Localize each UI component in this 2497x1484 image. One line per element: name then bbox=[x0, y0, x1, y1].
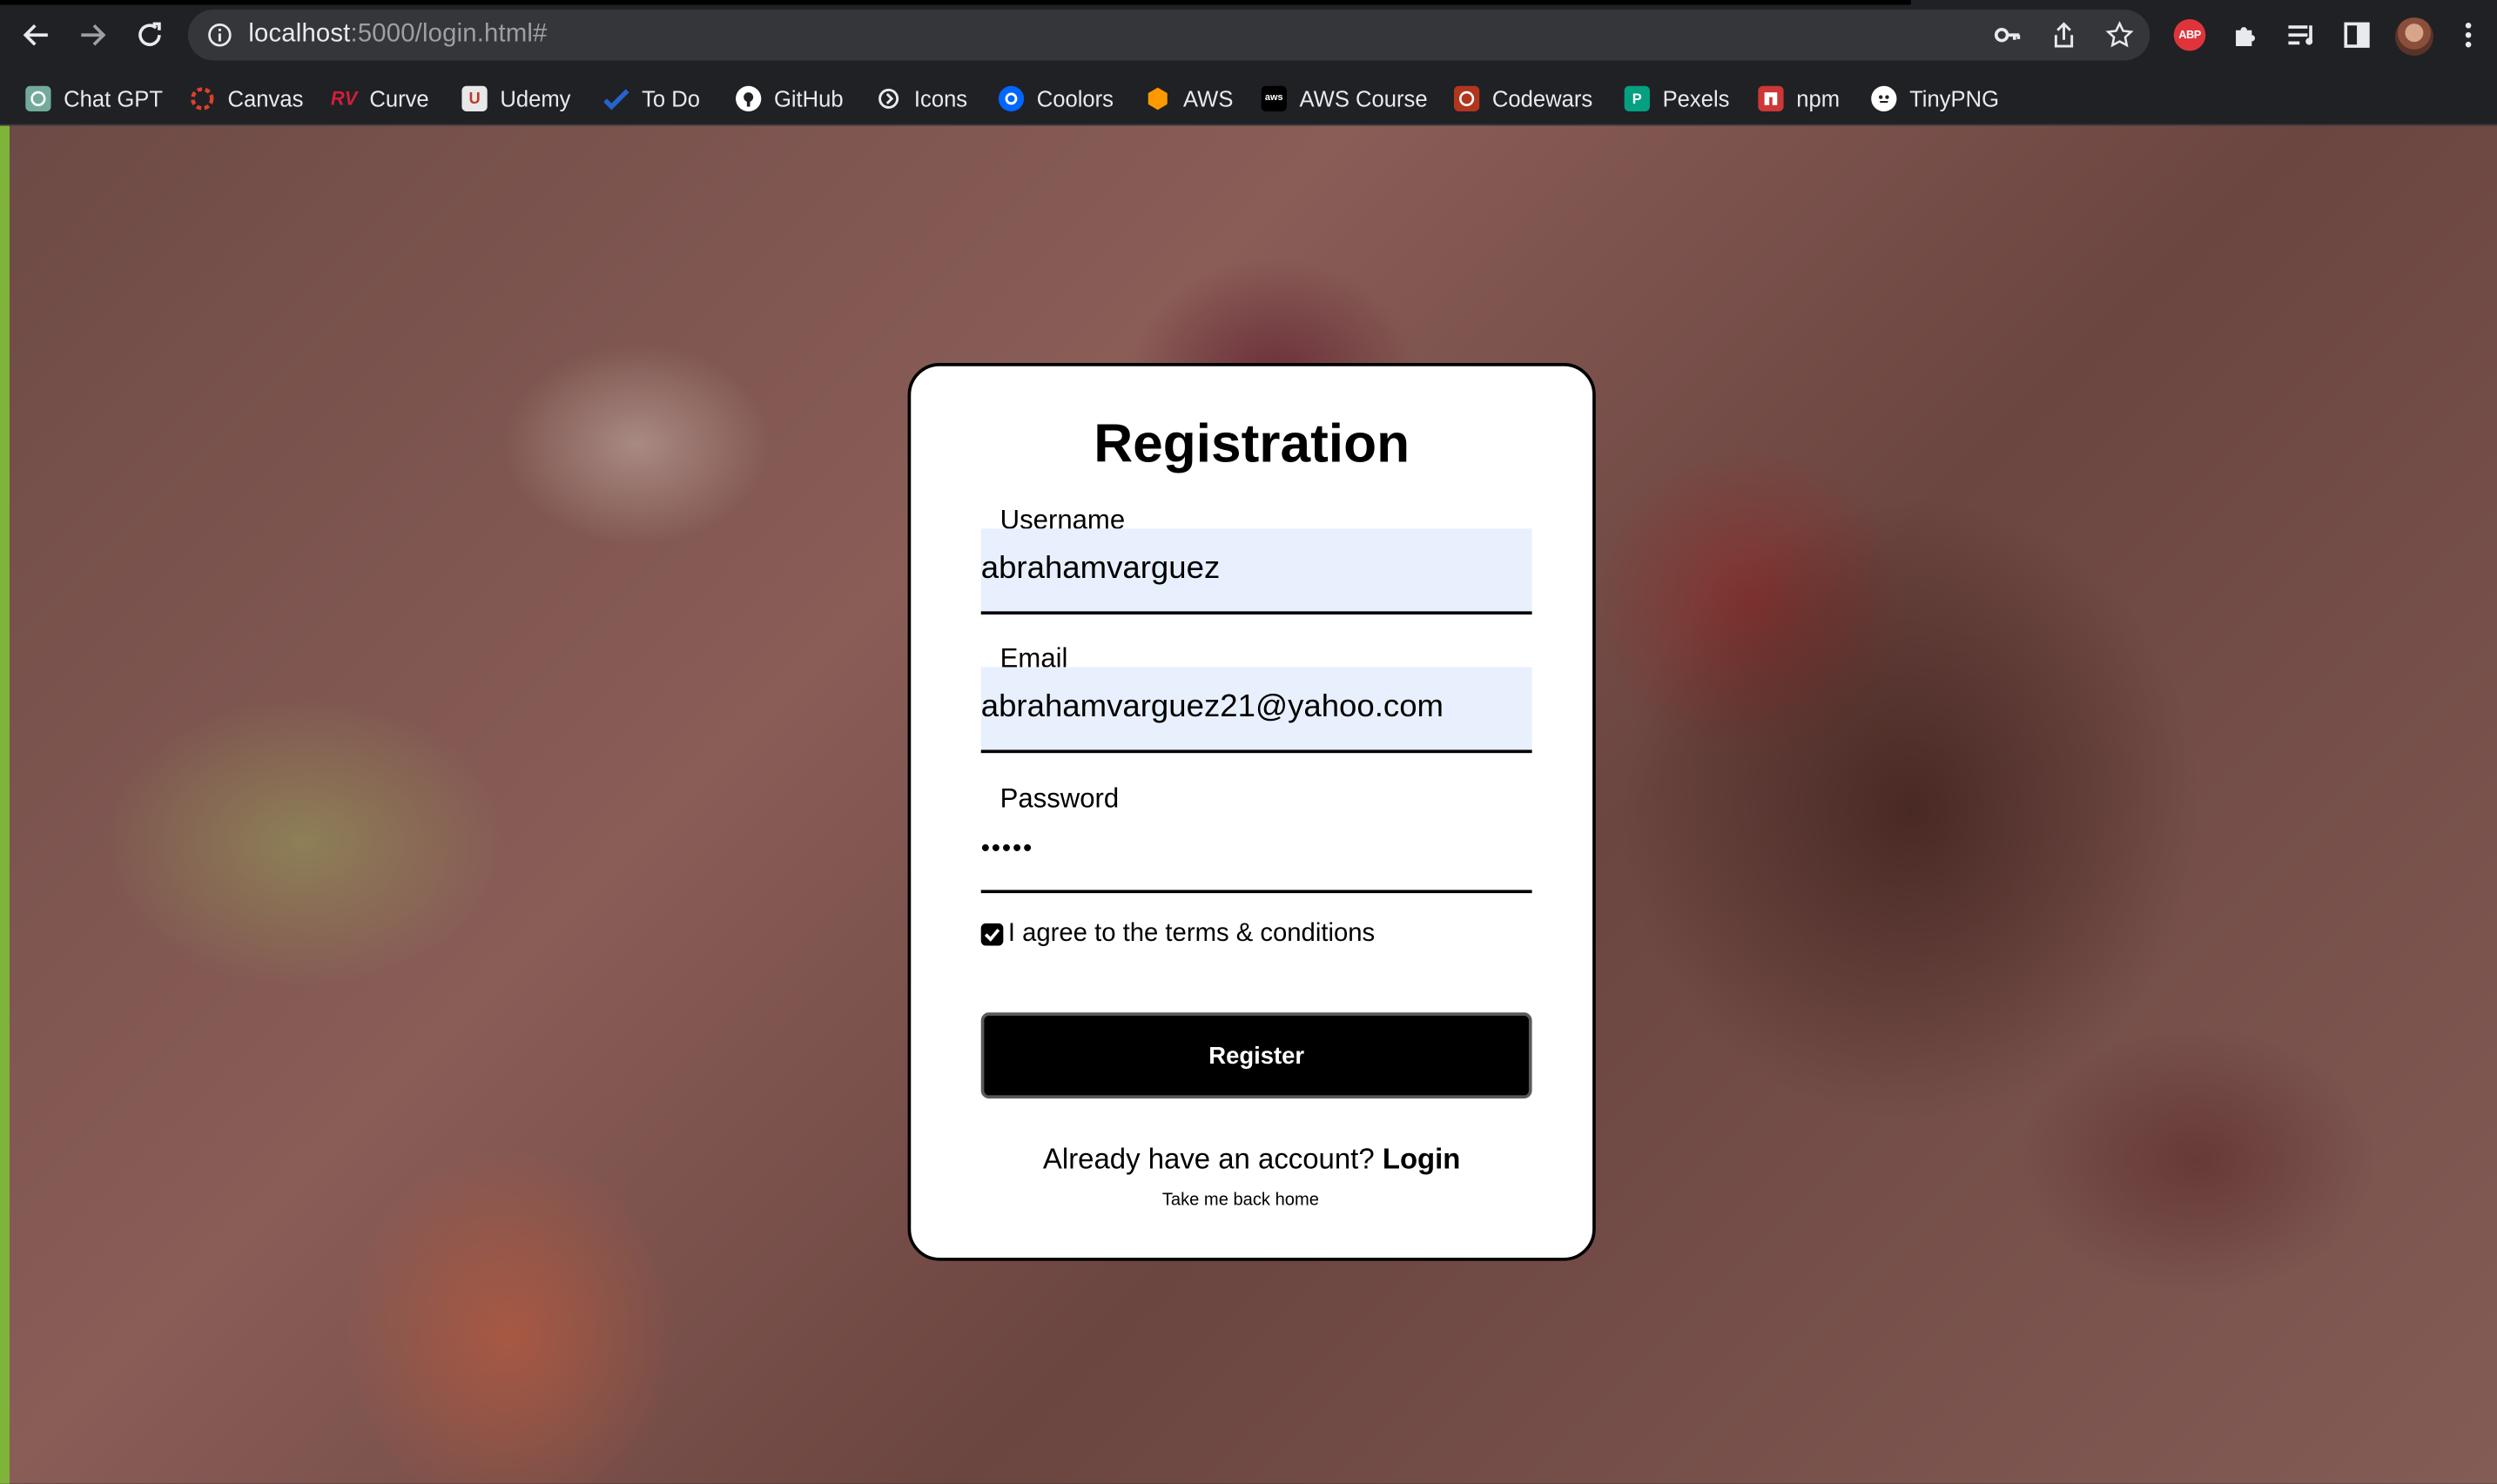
bookmark-udemy[interactable]: U Udemy bbox=[461, 83, 570, 115]
forward-arrow-icon[interactable] bbox=[71, 14, 113, 56]
registration-card: Registration Username abrahamvarguez Ema… bbox=[907, 363, 1596, 1261]
already-account-label: Already have an account? bbox=[1042, 1143, 1375, 1175]
terms-checkbox[interactable] bbox=[980, 923, 1004, 946]
tinypng-icon bbox=[1871, 85, 1897, 112]
url-host: localhost bbox=[248, 20, 351, 48]
email-field[interactable]: abrahamvarguez21@yahoo.com bbox=[980, 667, 1532, 754]
adblock-plus-icon[interactable]: ABP bbox=[2172, 17, 2207, 52]
key-icon[interactable] bbox=[1994, 21, 2023, 50]
bookmark-label: TinyPNG bbox=[1909, 85, 2000, 112]
bookmark-coolors[interactable]: Coolors bbox=[998, 83, 1114, 115]
login-link[interactable]: Login bbox=[1383, 1143, 1461, 1175]
todo-icon bbox=[603, 86, 629, 111]
url-path: :5000/login.html# bbox=[350, 20, 548, 48]
url-text[interactable]: localhost:5000/login.html# bbox=[248, 21, 547, 50]
bookmark-label: Canvas bbox=[227, 85, 304, 112]
bookmark-label: To Do bbox=[642, 85, 701, 112]
bookmark-curve[interactable]: RV Curve bbox=[330, 83, 429, 115]
kebab-menu-icon[interactable] bbox=[2451, 17, 2486, 52]
bookmark-star-icon[interactable] bbox=[2105, 21, 2134, 50]
bookmark-todo[interactable]: To Do bbox=[603, 83, 700, 115]
bookmark-label: Codewars bbox=[1491, 85, 1593, 112]
bookmark-icons[interactable]: Icons bbox=[876, 83, 967, 115]
extensions-puzzle-icon[interactable] bbox=[2228, 17, 2263, 52]
bookmark-aws[interactable]: AWS bbox=[1145, 83, 1233, 115]
udemy-icon: U bbox=[461, 85, 488, 112]
back-home-link[interactable]: Take me back home bbox=[911, 1191, 1570, 1210]
register-button[interactable]: Register bbox=[980, 1012, 1532, 1099]
window-edge bbox=[0, 125, 10, 1484]
bookmark-label: Chat GPT bbox=[64, 85, 164, 112]
bookmark-label: Udemy bbox=[500, 85, 571, 112]
bookmark-aws-course[interactable]: aws AWS Course bbox=[1261, 83, 1428, 115]
username-value: abrahamvarguez bbox=[980, 550, 1221, 587]
aws-course-icon: aws bbox=[1261, 85, 1287, 112]
bookmark-tinypng[interactable]: TinyPNG bbox=[1871, 83, 1999, 115]
site-info-icon[interactable] bbox=[205, 21, 234, 50]
terms-label[interactable]: I agree to the terms & conditions bbox=[1008, 920, 1375, 949]
abp-badge: ABP bbox=[2173, 18, 2206, 51]
coolors-icon bbox=[998, 85, 1025, 112]
bookmark-chatgpt[interactable]: Chat GPT bbox=[25, 83, 163, 115]
bookmark-label: AWS Course bbox=[1299, 85, 1428, 112]
profile-avatar[interactable] bbox=[2394, 17, 2433, 57]
password-dots: ••••• bbox=[980, 836, 1034, 863]
already-account-text: Already have an account? Login bbox=[911, 1143, 1592, 1176]
back-arrow-icon[interactable] bbox=[16, 14, 57, 56]
curve-icon: RV bbox=[330, 87, 358, 111]
aws-icon bbox=[1145, 86, 1170, 111]
page-title: Registration bbox=[1094, 413, 1410, 475]
bookmark-github[interactable]: GitHub bbox=[736, 83, 844, 115]
bookmark-label: AWS bbox=[1183, 85, 1234, 112]
terms-row: I agree to the terms & conditions bbox=[980, 920, 1375, 949]
npm-icon bbox=[1758, 85, 1784, 112]
bookmark-label: Pexels bbox=[1662, 85, 1730, 112]
tab-strip-line bbox=[0, 0, 1911, 5]
bookmark-label: Coolors bbox=[1036, 85, 1114, 112]
bookmark-label: Icons bbox=[913, 85, 968, 112]
icons-icon bbox=[876, 86, 901, 111]
pexels-icon: P bbox=[1624, 85, 1650, 112]
reload-icon[interactable] bbox=[129, 14, 171, 56]
bookmark-codewars[interactable]: Codewars bbox=[1453, 83, 1593, 115]
bookmark-label: Curve bbox=[369, 85, 429, 112]
address-bar[interactable]: localhost:5000/login.html# bbox=[187, 9, 2150, 61]
reading-list-icon[interactable] bbox=[2284, 17, 2319, 52]
side-panel-icon[interactable] bbox=[2339, 17, 2374, 52]
bookmark-npm[interactable]: npm bbox=[1758, 83, 1840, 115]
share-icon[interactable] bbox=[2049, 21, 2078, 50]
bookmark-label: npm bbox=[1796, 85, 1841, 112]
bookmark-pexels[interactable]: P Pexels bbox=[1624, 83, 1730, 115]
canvas-icon bbox=[190, 86, 215, 111]
bookmarks-bar: Chat GPT Canvas RV Curve U Udemy To Do G… bbox=[0, 70, 2497, 126]
bookmark-label: GitHub bbox=[773, 85, 844, 112]
email-value: abrahamvarguez21@yahoo.com bbox=[980, 689, 1444, 725]
password-field[interactable]: ••••• bbox=[980, 807, 1532, 894]
github-icon bbox=[736, 85, 762, 112]
codewars-icon bbox=[1453, 85, 1480, 112]
username-field[interactable]: abrahamvarguez bbox=[980, 528, 1532, 615]
browser-toolbar: localhost:5000/login.html# ABP bbox=[0, 0, 2497, 71]
bookmark-canvas[interactable]: Canvas bbox=[190, 83, 304, 115]
chatgpt-icon bbox=[25, 85, 51, 112]
